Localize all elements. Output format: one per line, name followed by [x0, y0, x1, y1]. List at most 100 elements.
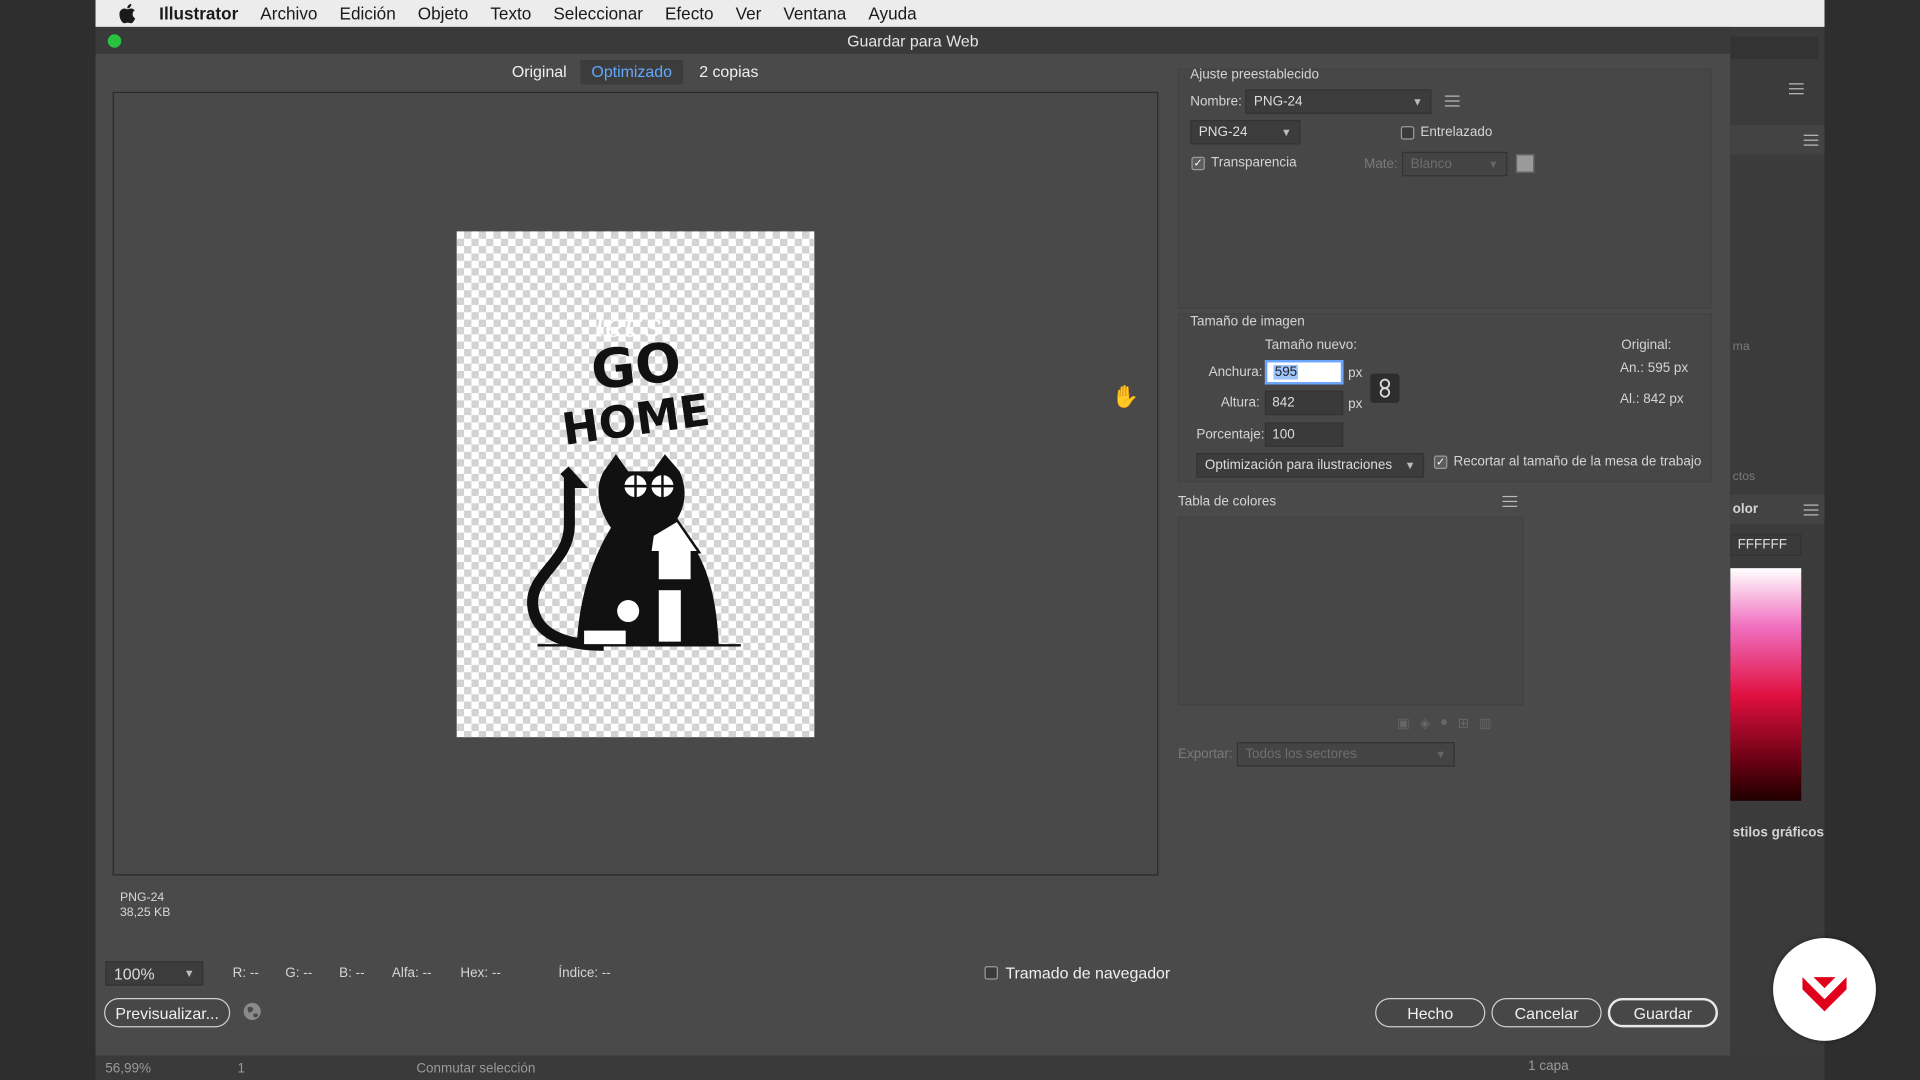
width-input[interactable]: 595: [1264, 360, 1344, 385]
readout-index: Índice: --: [558, 966, 611, 981]
panel-field: [1730, 36, 1819, 59]
quality-select[interactable]: Optimización para ilustraciones ▼: [1196, 453, 1425, 478]
image-size-title: Tamaño de imagen: [1190, 314, 1305, 330]
tab-optimized[interactable]: Optimizado: [580, 60, 683, 85]
panel-fragment-text-2: ctos: [1732, 470, 1756, 484]
transparency-checkbox[interactable]: ✓: [1191, 156, 1205, 170]
color-panel-title[interactable]: olor: [1733, 502, 1758, 517]
readout-b: B: --: [339, 966, 365, 981]
channel-logo: [1773, 937, 1876, 1041]
preview-format-label: PNG-24: [120, 891, 165, 905]
chevron-down-icon: ▼: [1487, 157, 1499, 171]
original-height: Al.: 842 px: [1620, 391, 1684, 407]
menu-ayuda[interactable]: Ayuda: [857, 4, 927, 24]
chevron-down-icon: ▼: [1404, 459, 1416, 472]
menu-texto[interactable]: Texto: [479, 4, 542, 24]
menu-bar: Illustrator Archivo Edición Objeto Texto…: [95, 0, 1825, 27]
matte-label: Mate:: [1364, 156, 1398, 172]
cancel-button[interactable]: Cancelar: [1491, 997, 1602, 1028]
readout-r: R: --: [232, 966, 259, 981]
interlaced-checkbox[interactable]: [1400, 125, 1415, 139]
new-size-label: Tamaño nuevo:: [1264, 337, 1358, 353]
artwork-canvas[interactable]: let's GO HOME: [456, 231, 815, 738]
readout-g: G: --: [285, 966, 313, 981]
tab-2-up[interactable]: 2 copias: [688, 60, 769, 84]
web-shift-icon[interactable]: ◈: [1420, 715, 1430, 731]
width-label: Anchura:: [1208, 364, 1263, 380]
clip-artboard-checkbox[interactable]: ✓: [1433, 454, 1448, 469]
preview-area[interactable]: let's GO HOME: [112, 91, 1159, 876]
panel-menu-icon-2[interactable]: [1803, 134, 1819, 146]
browser-dither-option[interactable]: Tramado de navegador: [984, 964, 1170, 982]
graphic-styles-title[interactable]: stilos gráficos: [1733, 825, 1824, 840]
height-input[interactable]: 842: [1264, 390, 1344, 416]
map-color-icon[interactable]: ▣: [1397, 715, 1410, 731]
zoom-select[interactable]: 100% ▼: [105, 961, 204, 986]
tab-original[interactable]: Original: [501, 60, 578, 84]
browser-dither-checkbox[interactable]: [984, 966, 998, 980]
original-width: An.: 595 px: [1620, 361, 1689, 376]
preview-button[interactable]: Previsualizar...: [104, 997, 231, 1028]
percent-label: Porcentaje:: [1196, 427, 1265, 443]
dialog-titlebar: Guardar para Web: [95, 26, 1731, 54]
menu-efecto[interactable]: Efecto: [654, 4, 725, 24]
zoom-window-button[interactable]: [107, 34, 122, 48]
zoom-value: 100%: [113, 964, 155, 983]
lock-icon[interactable]: ●: [1440, 715, 1448, 731]
quality-value: Optimización para ilustraciones: [1204, 457, 1393, 473]
constrain-link-icon[interactable]: [1370, 373, 1400, 403]
panel-menu-icon[interactable]: [1788, 83, 1804, 95]
percent-input[interactable]: 100: [1264, 422, 1344, 447]
readout-hex: Hex: --: [460, 966, 501, 981]
menu-seleccionar[interactable]: Seleccionar: [542, 4, 654, 24]
panel-fragment-text: ma: [1732, 340, 1750, 354]
preset-name-value: PNG-24: [1253, 94, 1303, 109]
color-table-menu-icon[interactable]: [1502, 495, 1518, 507]
chevron-down-icon: ▼: [183, 967, 195, 980]
preset-name-select[interactable]: PNG-24 ▼: [1245, 89, 1432, 114]
menu-edicion[interactable]: Edición: [328, 4, 406, 24]
browser-globe-icon[interactable]: [242, 1002, 262, 1028]
height-label: Altura:: [1220, 395, 1260, 411]
original-label: Original:: [1621, 337, 1672, 353]
status-page[interactable]: 1: [238, 1062, 246, 1077]
menu-archivo[interactable]: Archivo: [249, 4, 328, 24]
browser-dither-label: Tramado de navegador: [1005, 963, 1171, 983]
matte-select[interactable]: Blanco ▼: [1402, 151, 1508, 177]
menu-ver[interactable]: Ver: [725, 4, 773, 24]
menu-app-name[interactable]: Illustrator: [159, 4, 249, 24]
color-table-title: Tabla de colores: [1177, 494, 1277, 510]
clip-artboard-option[interactable]: ✓ Recortar al tamaño de la mesa de traba…: [1433, 454, 1701, 469]
transparency-option[interactable]: ✓ Transparencia: [1191, 156, 1297, 170]
add-color-icon[interactable]: ⊞: [1458, 715, 1469, 731]
trash-icon[interactable]: ▥: [1479, 715, 1492, 731]
apple-icon[interactable]: [96, 3, 160, 24]
save-button[interactable]: Guardar: [1607, 997, 1718, 1028]
preset-menu-icon[interactable]: [1444, 95, 1460, 107]
status-toggle[interactable]: Conmutar selección: [416, 1062, 535, 1077]
done-button[interactable]: Hecho: [1375, 997, 1486, 1028]
interlaced-option[interactable]: Entrelazado: [1400, 125, 1492, 140]
color-table-tools: ▣ ◈ ● ⊞ ▥: [1397, 715, 1491, 731]
color-spectrum[interactable]: [1730, 568, 1802, 801]
preset-section-title: Ajuste preestablecido: [1190, 67, 1320, 83]
export-value: Todos los sectores: [1245, 746, 1357, 762]
format-select[interactable]: PNG-24 ▼: [1190, 120, 1301, 145]
export-label: Exportar:: [1177, 746, 1233, 762]
width-value: 595: [1273, 364, 1299, 380]
hex-field[interactable]: FFFFFF: [1730, 533, 1802, 556]
hand-cursor-icon: ✋: [1111, 384, 1140, 409]
artwork-illustration: let's GO HOME: [527, 307, 741, 651]
save-for-web-dialog: Guardar para Web Original Optimizado 2 c…: [95, 26, 1731, 1056]
background-panels: ma ctos olor FFFFFF stilos gráficos: [1730, 26, 1825, 1080]
menu-objeto[interactable]: Objeto: [407, 4, 480, 24]
menu-ventana[interactable]: Ventana: [772, 4, 857, 24]
color-panel-menu-icon[interactable]: [1803, 504, 1819, 516]
matte-color-swatch[interactable]: [1515, 154, 1535, 173]
color-table-area[interactable]: [1177, 516, 1524, 706]
preview-size-label: 38,25 KB: [120, 906, 171, 920]
status-zoom[interactable]: 56,99%: [105, 1062, 151, 1077]
export-select[interactable]: Todos los sectores ▼: [1236, 742, 1455, 767]
artwork-home-text: HOME: [559, 385, 713, 456]
chevron-down-icon: ▼: [1280, 126, 1292, 139]
